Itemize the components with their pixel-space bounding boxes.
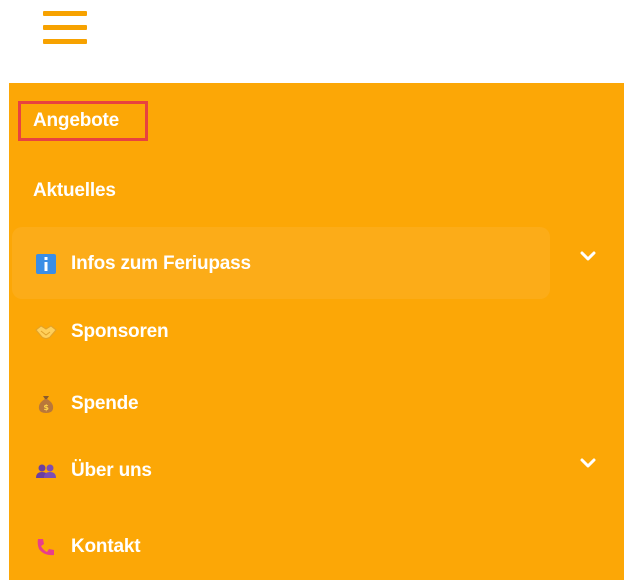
info-icon [35, 253, 57, 275]
menu-item-sponsoren[interactable]: Sponsoren [9, 302, 624, 362]
page: Angebote Aktuelles Infos zum Feriupass S… [0, 0, 624, 580]
navigation-menu: Angebote Aktuelles Infos zum Feriupass S… [9, 83, 624, 580]
hamburger-bar [43, 11, 87, 16]
menu-item-label: Angebote [33, 110, 120, 131]
menu-item-angebote[interactable]: Angebote [9, 91, 624, 151]
chevron-down-icon[interactable] [578, 453, 598, 473]
hamburger-bar [43, 39, 87, 44]
telephone-icon [35, 536, 57, 558]
menu-item-aktuelles[interactable]: Aktuelles [9, 161, 624, 221]
money-bag-icon: $ [35, 393, 57, 415]
hamburger-menu-icon[interactable] [43, 11, 87, 45]
hamburger-bar [43, 25, 87, 30]
menu-item-kontakt[interactable]: Kontakt [9, 517, 624, 577]
people-icon [35, 460, 57, 482]
menu-item-infos-zum-feriupass[interactable]: Infos zum Feriupass [9, 234, 624, 294]
menu-item-label: Sponsoren [71, 321, 169, 342]
menu-item-ueber-uns[interactable]: Über uns [9, 441, 624, 501]
menu-item-spende[interactable]: $ Spende [9, 374, 624, 434]
menu-item-label: Aktuelles [33, 180, 116, 201]
chevron-down-icon[interactable] [578, 246, 598, 266]
menu-item-label: Infos zum Feriupass [71, 253, 251, 274]
handshake-icon [35, 321, 57, 343]
menu-item-label: Kontakt [71, 536, 141, 557]
menu-item-label: Spende [71, 393, 139, 414]
svg-text:$: $ [43, 403, 49, 412]
menu-item-label: Über uns [71, 460, 152, 481]
